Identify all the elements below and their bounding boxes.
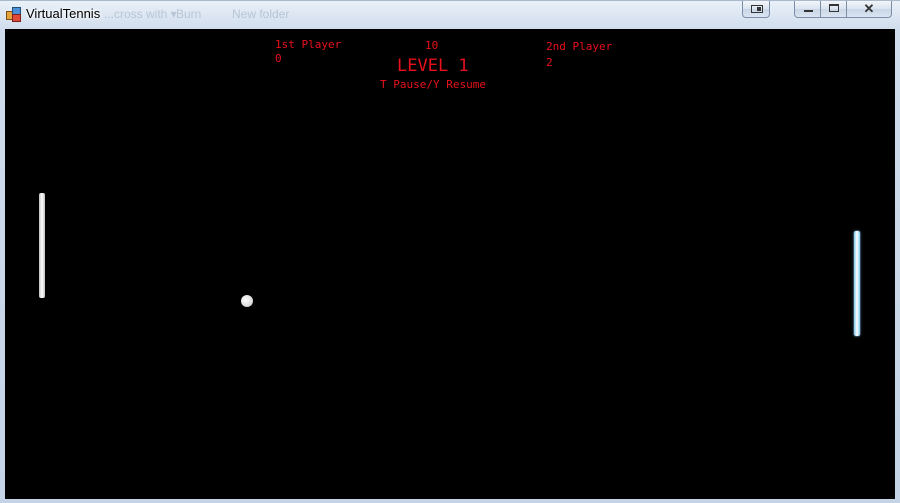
right-paddle bbox=[854, 231, 860, 336]
close-icon: ✕ bbox=[863, 1, 875, 16]
background-toolbar-item: ...cross with ▾ bbox=[104, 7, 177, 21]
close-button[interactable]: ✕ bbox=[847, 1, 892, 18]
player2-label: 2nd Player bbox=[546, 40, 613, 53]
timer: 10 bbox=[425, 39, 439, 52]
player2-score: 2 bbox=[546, 56, 553, 69]
app-icon[interactable] bbox=[6, 7, 21, 22]
snap-button[interactable] bbox=[742, 1, 770, 18]
ball bbox=[241, 295, 253, 307]
snap-icon bbox=[751, 5, 763, 13]
player1-score: 0 bbox=[275, 52, 282, 65]
app-window: VirtualTennis ...cross with ▾ Burn New f… bbox=[0, 0, 900, 503]
player1-label: 1st Player bbox=[275, 38, 342, 51]
left-paddle bbox=[39, 193, 45, 298]
game-court[interactable]: 1st Player 0 10 2nd Player 2 LEVEL 1 T P… bbox=[5, 29, 895, 499]
background-toolbar-item: New folder bbox=[232, 7, 290, 21]
maximize-icon bbox=[829, 4, 839, 12]
background-toolbar-item: Burn bbox=[176, 7, 202, 21]
controls-hint: T Pause/Y Resume bbox=[380, 78, 486, 91]
title-bar[interactable]: VirtualTennis ...cross with ▾ Burn New f… bbox=[0, 1, 900, 29]
minimize-icon bbox=[804, 10, 813, 12]
window-title: VirtualTennis bbox=[26, 6, 101, 21]
maximize-button[interactable] bbox=[821, 1, 847, 18]
minimize-button[interactable] bbox=[794, 1, 821, 18]
level-indicator: LEVEL 1 bbox=[397, 56, 469, 76]
